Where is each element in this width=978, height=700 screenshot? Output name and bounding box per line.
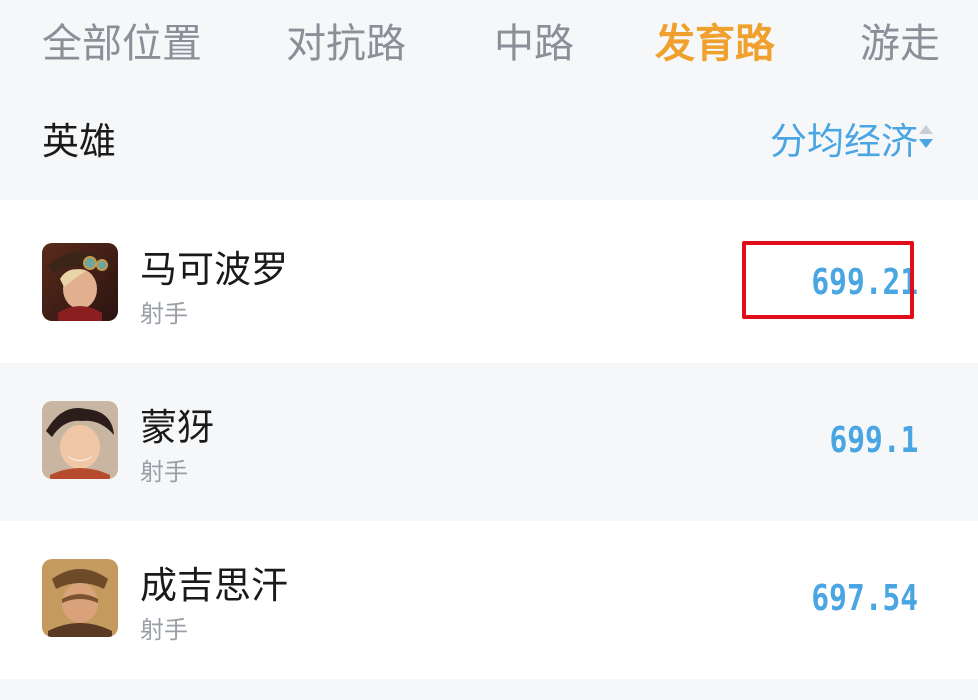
highlight-box	[742, 241, 914, 319]
sort-descending-icon	[919, 139, 933, 148]
hero-row[interactable]: 成吉思汗 射手 697.54	[0, 521, 978, 679]
mengya-portrait-icon	[42, 401, 118, 479]
list-header: 英雄 分均经济	[0, 92, 978, 200]
sort-ascending-icon	[919, 125, 933, 134]
hero-role: 射手	[140, 458, 188, 486]
tab-bottom-lane[interactable]: 发育路	[655, 18, 775, 70]
hero-role: 射手	[140, 616, 188, 644]
tab-all-positions[interactable]: 全部位置	[42, 18, 202, 70]
hero-role: 射手	[140, 300, 188, 328]
hero-name: 成吉思汗	[140, 564, 288, 607]
economy-value: 699.1	[829, 420, 918, 461]
tab-mid-lane[interactable]: 中路	[494, 18, 574, 70]
hero-name: 马可波罗	[140, 248, 288, 291]
tab-top-lane[interactable]: 对抗路	[286, 18, 406, 70]
genghis-khan-portrait-icon	[42, 559, 118, 637]
sort-by-economy-button[interactable]: 分均经济	[770, 118, 918, 166]
hero-column-header: 英雄	[42, 120, 116, 163]
economy-value: 697.54	[811, 578, 918, 619]
position-tabs: 全部位置 对抗路 中路 发育路 游走	[0, 0, 978, 92]
hero-row[interactable]: 蒙犽 射手 699.1	[0, 363, 978, 521]
marco-polo-portrait-icon	[42, 243, 118, 321]
sort-arrows-icon[interactable]	[918, 125, 934, 159]
tab-roam[interactable]: 游走	[860, 18, 940, 70]
hero-row	[0, 679, 978, 700]
hero-name: 蒙犽	[140, 406, 214, 449]
